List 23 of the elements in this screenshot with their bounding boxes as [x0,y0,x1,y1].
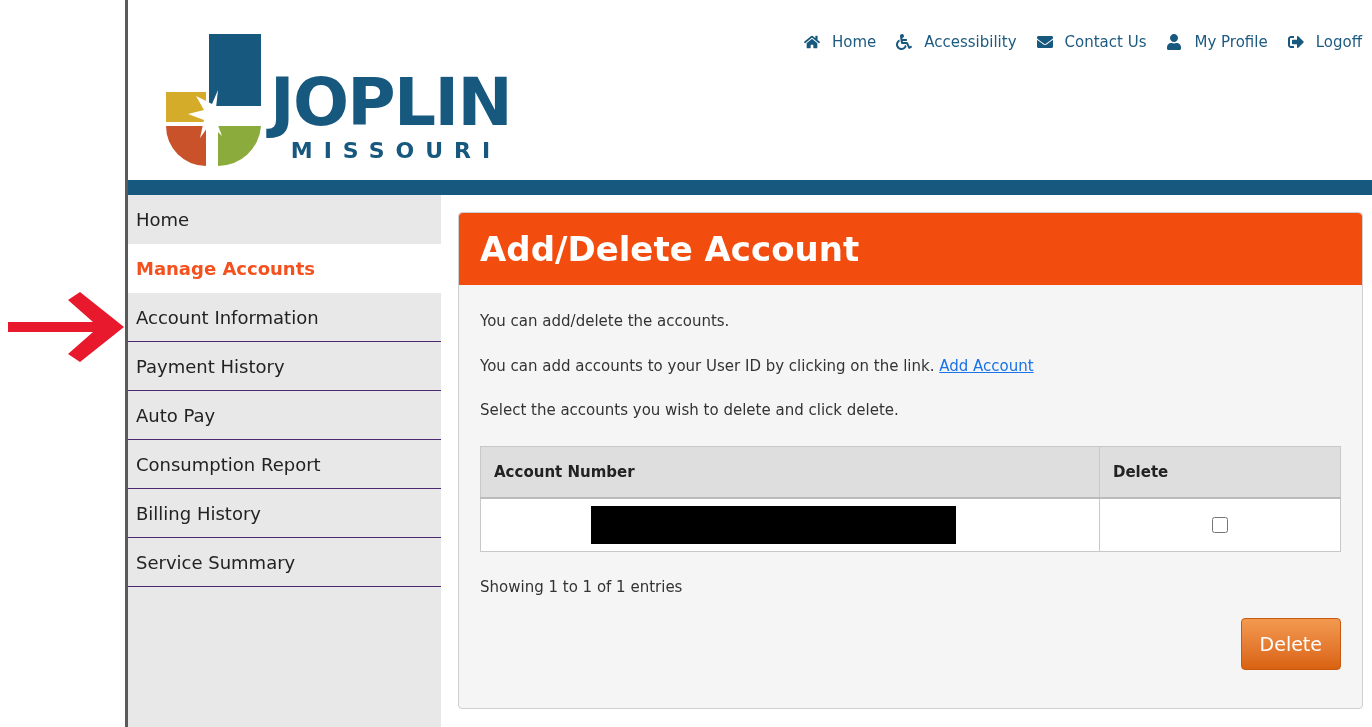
envelope-icon [1036,34,1053,51]
delete-checkbox[interactable] [1212,517,1228,533]
user-icon [1166,34,1183,51]
column-header: Delete [1099,446,1341,498]
arrow-icon [8,292,124,362]
sidebar-item[interactable]: Home [128,195,441,244]
logout-icon [1287,34,1304,51]
top-nav-link[interactable]: Accessibility [896,31,1017,54]
top-nav-link[interactable]: Home [803,31,877,54]
add-account-text: You can add accounts to your User ID by clicking on the link. Add Account [480,355,1035,377]
logo-subtitle: MISSOURI [290,140,502,162]
logo-icon [166,34,262,166]
add-account-link[interactable]: Add Account [939,356,1034,375]
intro-text: You can add/delete the accounts. [480,311,731,332]
wheelchair-icon [896,34,913,51]
column-header: Account Number [480,446,1100,498]
entries-summary: Showing 1 to 1 of 1 entries [480,576,684,598]
instructions-text: Select the accounts you wish to delete and click delete. [480,400,900,421]
panel-title: Add/Delete Account [459,213,1362,285]
top-nav-link[interactable]: My Profile [1166,31,1268,54]
home-icon [803,34,820,51]
top-nav-link[interactable]: Contact Us [1036,31,1147,54]
top-nav-link[interactable]: Logoff [1287,31,1362,54]
